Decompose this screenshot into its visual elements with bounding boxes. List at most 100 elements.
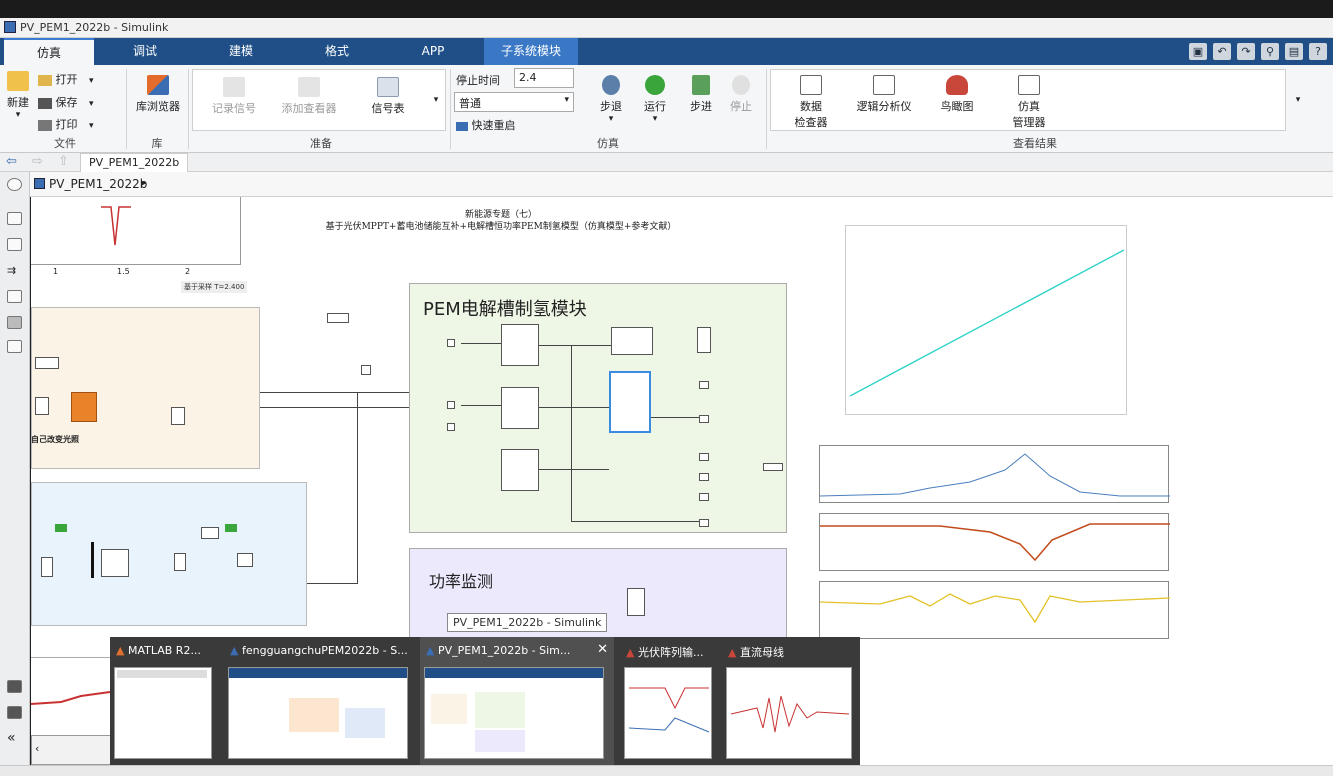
step-forward-button[interactable]: 步进: [686, 75, 716, 114]
explorer-icon[interactable]: [7, 706, 22, 719]
inport[interactable]: [447, 423, 455, 431]
taskbar-item-pv-array[interactable]: ▲ 光伏阵列输...: [620, 637, 718, 765]
undo-icon[interactable]: ↶: [1213, 43, 1231, 60]
breadcrumb[interactable]: PV_PEM1_2022b: [49, 177, 147, 191]
save-button[interactable]: 保存 ▾: [38, 94, 108, 110]
gallery-expand-icon[interactable]: ▾: [430, 95, 442, 105]
viewer-icon: [298, 77, 320, 97]
taskbar-item-matlab[interactable]: ▲ MATLAB R2...: [110, 637, 220, 765]
converter-block[interactable]: [201, 527, 219, 539]
pem-subsystem-3[interactable]: [501, 449, 539, 491]
outport[interactable]: [699, 415, 709, 423]
sim-manager-button[interactable]: 仿真 管理器: [1004, 75, 1054, 130]
scope-block[interactable]: [697, 327, 711, 353]
new-button[interactable]: 新建 ▾: [4, 71, 32, 120]
forward-arrow-icon[interactable]: ⇨: [32, 154, 43, 169]
input-block[interactable]: [35, 357, 59, 369]
stop-button[interactable]: 停止: [726, 75, 756, 114]
power-label: 功率监测: [429, 572, 494, 591]
thumbnail-trace: [628, 687, 710, 733]
save-icon[interactable]: ▣: [1189, 43, 1207, 60]
ribbon-tab-bar: 仿真 调试 建模 格式 APP 子系统模块 ▣ ↶ ↷ ⚲ ▤ ?: [0, 38, 1333, 65]
birdseye-button[interactable]: 鸟瞰图: [932, 75, 982, 114]
pv-array-block[interactable]: [71, 392, 97, 422]
display-block[interactable]: [763, 463, 783, 471]
area-icon[interactable]: [7, 340, 22, 353]
outport[interactable]: [699, 381, 709, 389]
power-scope-block[interactable]: [627, 588, 645, 616]
annotation-icon[interactable]: [7, 290, 22, 303]
tab-debug[interactable]: 调试: [100, 38, 190, 65]
run-button[interactable]: 运行 ▾: [640, 75, 670, 124]
zoom-icon[interactable]: [7, 212, 22, 225]
open-button[interactable]: 打开 ▾: [38, 71, 108, 87]
sim-mode-select[interactable]: 普通 ▾: [454, 92, 574, 112]
fit-view-icon[interactable]: [7, 238, 22, 251]
stop-time-input[interactable]: 2.4: [514, 68, 574, 88]
pv-label: 自己改变光照: [31, 435, 79, 444]
tab-format[interactable]: 格式: [292, 38, 382, 65]
resistor-block[interactable]: [171, 407, 185, 425]
data-inspector-button[interactable]: 数据 检查器: [786, 75, 836, 130]
tick-label: 1: [53, 267, 59, 276]
title-bar: PV_PEM1_2022b - Simulink: [0, 18, 1333, 38]
hide-palette-icon[interactable]: [7, 178, 22, 191]
inport[interactable]: [447, 401, 455, 409]
library-browser-button[interactable]: 库浏览器: [132, 75, 184, 114]
pem-selected-subsystem[interactable]: [609, 371, 651, 433]
thumbnail-trace: [730, 695, 850, 733]
model-tab[interactable]: PV_PEM1_2022b: [80, 153, 189, 172]
step-back-button[interactable]: 步退 ▾: [596, 75, 626, 124]
redo-icon[interactable]: ↷: [1237, 43, 1255, 60]
display-block[interactable]: [237, 553, 253, 567]
inport[interactable]: [447, 339, 455, 347]
print-button[interactable]: 打印 ▾: [38, 116, 108, 132]
source-block[interactable]: [35, 397, 49, 415]
image-icon[interactable]: [7, 316, 22, 329]
goto-block[interactable]: [361, 365, 371, 375]
outport[interactable]: [699, 519, 709, 527]
pem-calc-block[interactable]: [611, 327, 653, 355]
layout-icon[interactable]: ▤: [1285, 43, 1303, 60]
chevron-down-icon: ▾: [89, 76, 94, 86]
horizontal-scrollbar[interactable]: ‹: [31, 735, 113, 765]
taskbar-item-fengguang[interactable]: ▲ fengguangchuPEM2022b - S...: [224, 637, 416, 765]
pem-subsystem-2[interactable]: [501, 387, 539, 429]
library-group-label: 库: [151, 137, 163, 150]
wire: [539, 345, 611, 346]
constant-block[interactable]: [327, 313, 349, 323]
taskbar-item-pv-pem[interactable]: ▲ PV_PEM1_2022b - Sim... ✕: [420, 637, 614, 765]
add-viewer-button[interactable]: 添加查看器: [276, 77, 342, 116]
folder-icon: [38, 74, 52, 86]
gallery-expand-icon[interactable]: ▾: [1292, 95, 1304, 105]
outport[interactable]: [699, 493, 709, 501]
arrow-icon[interactable]: ⇉: [7, 264, 22, 277]
back-arrow-icon[interactable]: ⇦: [6, 154, 17, 169]
tab-simulation[interactable]: 仿真: [4, 38, 94, 65]
taskbar-item-dc-bus[interactable]: ▲ 直流母线: [722, 637, 858, 765]
close-icon[interactable]: ✕: [597, 642, 608, 657]
green-port: [55, 524, 67, 532]
battery-block[interactable]: [101, 549, 129, 577]
fast-restart-toggle[interactable]: 快速重启: [456, 117, 526, 133]
chevron-right-icon[interactable]: ▸: [141, 176, 147, 189]
outport[interactable]: [699, 473, 709, 481]
help-icon[interactable]: ?: [1309, 43, 1327, 60]
outport[interactable]: [699, 453, 709, 461]
plot-pem-power: [819, 581, 1171, 639]
collapse-icon[interactable]: «: [7, 730, 22, 746]
record-signals-button[interactable]: 记录信号: [204, 77, 264, 116]
search-icon[interactable]: ⚲: [1261, 43, 1279, 60]
load-block[interactable]: [174, 553, 186, 571]
pem-subsystem-1[interactable]: [501, 324, 539, 366]
tab-modeling[interactable]: 建模: [196, 38, 286, 65]
signal-table-button[interactable]: 信号表: [360, 77, 416, 116]
up-arrow-icon[interactable]: ⇧: [58, 154, 69, 169]
library-icon: [147, 75, 169, 95]
measurement-block[interactable]: [41, 557, 53, 577]
tab-app[interactable]: APP: [388, 38, 478, 65]
tab-subsystem-block[interactable]: 子系统模块: [484, 38, 578, 65]
chevron-left-icon[interactable]: ‹: [35, 742, 39, 755]
screenshot-icon[interactable]: [7, 680, 22, 693]
logic-analyzer-button[interactable]: 逻辑分析仪: [852, 75, 916, 114]
